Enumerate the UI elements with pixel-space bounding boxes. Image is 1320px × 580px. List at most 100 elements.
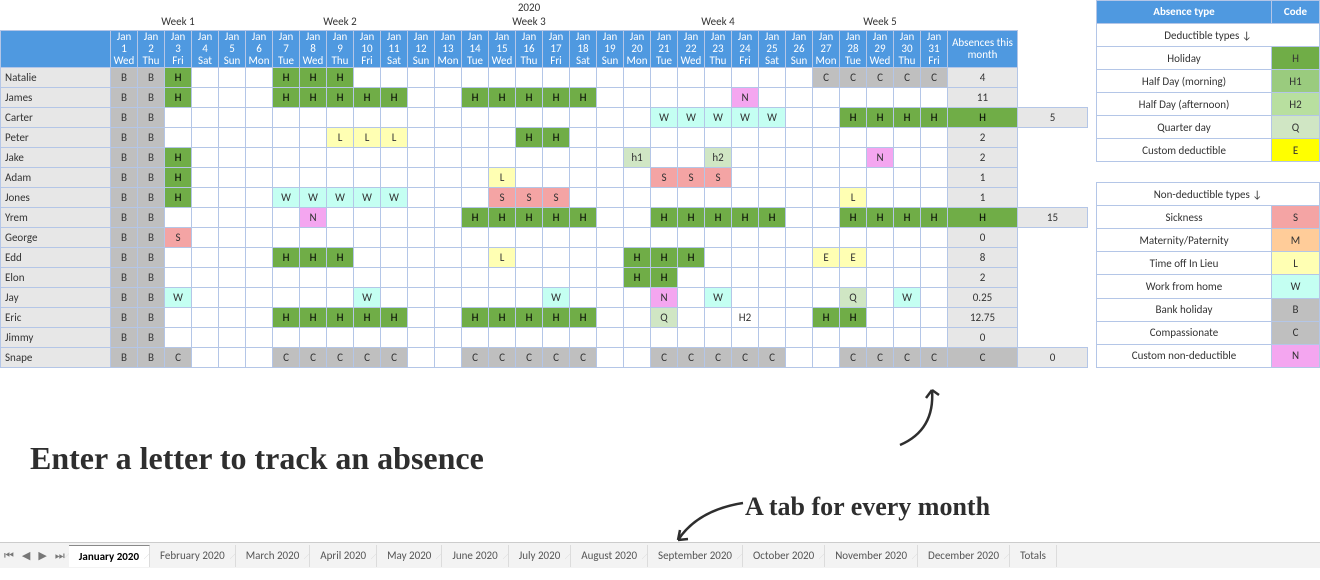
absence-cell[interactable] — [408, 107, 435, 127]
absence-cell[interactable] — [381, 267, 408, 287]
absence-cell[interactable]: Q — [840, 287, 867, 307]
absence-cell[interactable]: Q — [651, 307, 678, 327]
absence-cell[interactable] — [705, 227, 732, 247]
absence-cell[interactable] — [435, 67, 462, 87]
absence-cell[interactable]: C — [894, 347, 921, 367]
absence-cell[interactable]: L — [327, 127, 354, 147]
absence-cell[interactable] — [543, 107, 570, 127]
absence-cell[interactable] — [219, 267, 246, 287]
absence-cell[interactable] — [705, 247, 732, 267]
absence-cell[interactable]: H — [462, 87, 489, 107]
absence-cell[interactable]: W — [165, 287, 192, 307]
absence-cell[interactable] — [165, 307, 192, 327]
absence-cell[interactable]: C — [894, 67, 921, 87]
absence-cell[interactable] — [786, 207, 813, 227]
absence-cell[interactable]: B — [138, 207, 165, 227]
absence-cell[interactable] — [246, 107, 273, 127]
sheet-tab[interactable]: Totals — [1010, 545, 1057, 567]
absence-cell[interactable] — [624, 67, 651, 87]
absence-cell[interactable]: C — [921, 347, 948, 367]
absence-cell[interactable] — [246, 187, 273, 207]
absence-cell[interactable] — [219, 147, 246, 167]
absence-cell[interactable]: B — [111, 267, 138, 287]
absence-cell[interactable] — [435, 227, 462, 247]
absence-cell[interactable]: W — [705, 287, 732, 307]
absence-cell[interactable] — [543, 227, 570, 247]
absence-cell[interactable] — [921, 147, 948, 167]
absence-cell[interactable] — [786, 67, 813, 87]
absence-cell[interactable]: H — [354, 87, 381, 107]
absence-cell[interactable] — [732, 227, 759, 247]
absence-cell[interactable]: H — [165, 87, 192, 107]
absence-cell[interactable]: C — [759, 347, 786, 367]
absence-cell[interactable] — [192, 327, 219, 347]
absence-cell[interactable] — [570, 127, 597, 147]
absence-cell[interactable] — [759, 167, 786, 187]
absence-cell[interactable] — [192, 267, 219, 287]
absence-cell[interactable] — [300, 327, 327, 347]
absence-cell[interactable] — [597, 147, 624, 167]
absence-cell[interactable] — [219, 67, 246, 87]
absence-cell[interactable] — [813, 327, 840, 347]
absence-cell[interactable] — [273, 107, 300, 127]
absence-cell[interactable]: B — [111, 207, 138, 227]
absence-cell[interactable] — [921, 187, 948, 207]
absence-cell[interactable] — [570, 187, 597, 207]
absence-cell[interactable] — [516, 167, 543, 187]
sheet-tab[interactable]: January 2020 — [69, 545, 150, 567]
absence-cell[interactable]: H — [165, 67, 192, 87]
absence-cell[interactable] — [678, 147, 705, 167]
absence-cell[interactable] — [732, 267, 759, 287]
absence-cell[interactable] — [759, 287, 786, 307]
absence-cell[interactable] — [705, 87, 732, 107]
absence-cell[interactable] — [597, 67, 624, 87]
absence-cell[interactable]: H — [543, 307, 570, 327]
absence-cell[interactable] — [543, 147, 570, 167]
absence-cell[interactable] — [894, 247, 921, 267]
absence-cell[interactable]: B — [138, 187, 165, 207]
absence-cell[interactable] — [867, 227, 894, 247]
absence-cell[interactable] — [462, 147, 489, 167]
absence-cell[interactable] — [489, 227, 516, 247]
absence-cell[interactable]: W — [651, 107, 678, 127]
absence-cell[interactable]: C — [300, 347, 327, 367]
absence-cell[interactable] — [462, 107, 489, 127]
absence-cell[interactable]: C — [840, 67, 867, 87]
absence-cell[interactable] — [732, 167, 759, 187]
absence-cell[interactable] — [786, 167, 813, 187]
absence-cell[interactable] — [813, 347, 840, 367]
absence-cell[interactable] — [543, 167, 570, 187]
absence-cell[interactable]: H — [165, 187, 192, 207]
absence-cell[interactable] — [570, 287, 597, 307]
absence-cell[interactable] — [381, 167, 408, 187]
absence-cell[interactable] — [759, 247, 786, 267]
absence-cell[interactable] — [624, 207, 651, 227]
absence-cell[interactable]: N — [867, 147, 894, 167]
absence-cell[interactable] — [408, 267, 435, 287]
absence-cell[interactable] — [651, 327, 678, 347]
absence-cell[interactable] — [894, 327, 921, 347]
absence-cell[interactable]: H — [300, 247, 327, 267]
sheet-tab[interactable]: April 2020 — [310, 545, 377, 567]
absence-cell[interactable]: S — [651, 167, 678, 187]
absence-cell[interactable]: W — [678, 107, 705, 127]
absence-cell[interactable] — [327, 147, 354, 167]
absence-cell[interactable] — [408, 207, 435, 227]
absence-cell[interactable]: B — [138, 67, 165, 87]
absence-cell[interactable]: N — [732, 87, 759, 107]
absence-cell[interactable]: C — [273, 347, 300, 367]
absence-cell[interactable] — [300, 227, 327, 247]
absence-cell[interactable] — [219, 127, 246, 147]
absence-cell[interactable]: H — [705, 207, 732, 227]
absence-cell[interactable]: H — [543, 127, 570, 147]
absence-cell[interactable]: W — [354, 287, 381, 307]
absence-cell[interactable] — [435, 87, 462, 107]
absence-cell[interactable] — [705, 267, 732, 287]
absence-cell[interactable] — [651, 147, 678, 167]
absence-cell[interactable]: H — [651, 207, 678, 227]
absence-cell[interactable]: H — [354, 307, 381, 327]
absence-cell[interactable] — [759, 187, 786, 207]
absence-cell[interactable]: H — [732, 207, 759, 227]
absence-cell[interactable] — [678, 287, 705, 307]
absence-cell[interactable]: W — [354, 187, 381, 207]
